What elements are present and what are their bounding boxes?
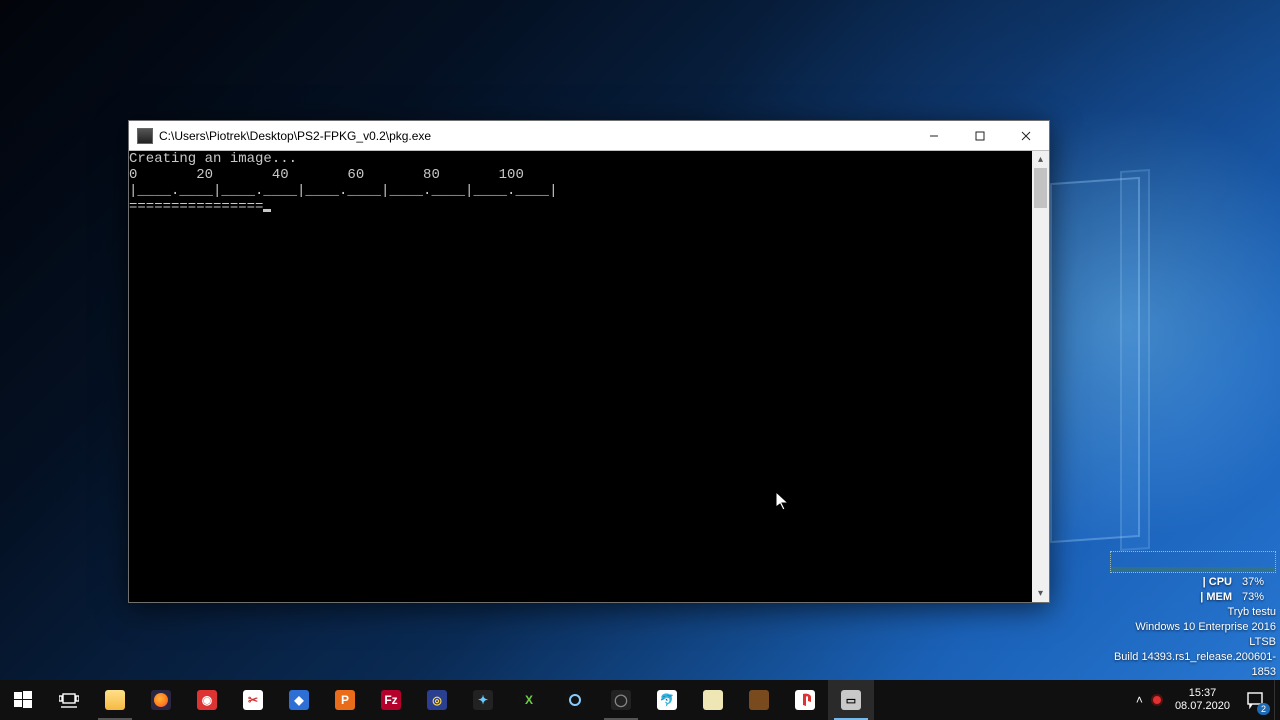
vertical-scrollbar[interactable]: ▴ ▾ [1032,151,1049,602]
filezilla[interactable]: Fz [368,680,414,720]
notepad-icon [703,690,723,710]
show-desktop-button[interactable] [1274,680,1280,720]
tray-overflow-button[interactable]: ˄ [1136,693,1143,707]
firefox[interactable] [138,680,184,720]
app-brown[interactable] [736,680,782,720]
terminal-cursor [263,209,271,212]
system-tray: ˄ 15:37 08.07.2020 2 [1126,680,1274,720]
emulator-icon: ✦ [473,690,493,710]
xbox-icon: X [519,690,539,710]
notification-badge: 2 [1257,703,1270,715]
gamecube-icon [565,690,585,710]
cpu-value: 37% [1242,575,1276,590]
scissors-icon [243,690,263,710]
window-icon [137,128,153,144]
app-red[interactable]: ◉ [184,680,230,720]
notepad[interactable] [690,680,736,720]
obs-icon: ◯ [611,690,631,710]
recording-indicator-icon[interactable] [1151,694,1163,706]
filezilla-icon: Fz [381,690,401,710]
emulator-ps1[interactable]: ✦ [460,680,506,720]
playstation-icon [795,690,815,710]
scroll-up-button[interactable]: ▴ [1032,151,1049,168]
close-button[interactable] [1003,121,1049,150]
start-button[interactable] [0,680,46,720]
scroll-down-button[interactable]: ▾ [1032,585,1049,602]
firefox-icon [151,690,171,710]
app-icon [749,690,769,710]
cpu-label: | CPU [1203,575,1232,590]
window-title: C:\Users\Piotrek\Desktop\PS2-FPKG_v0.2\p… [159,129,911,143]
console-icon: ▭ [841,690,861,710]
taskbar: ◉ ◆ P Fz ◎ ✦ X ◯ 🐬 ▭ ˄ 15:37 08.07.2020 … [0,680,1280,720]
maximize-button[interactable] [957,121,1003,150]
task-view-icon [58,689,80,711]
watermark-line-1: Tryb testu [1110,605,1276,620]
playstation[interactable] [782,680,828,720]
obs[interactable]: ◯ [598,680,644,720]
console-window: C:\Users\Piotrek\Desktop\PS2-FPKG_v0.2\p… [128,120,1050,603]
terminal-output: Creating an image... 0 20 40 60 80 100 |… [129,151,1032,602]
perf-graph [1110,551,1276,573]
app-icon: ◉ [197,690,217,710]
diamond-icon: ◆ [289,690,309,710]
action-center-button[interactable]: 2 [1242,687,1268,713]
clock[interactable]: 15:37 08.07.2020 [1171,687,1234,713]
time-text: 15:37 [1175,687,1230,700]
file-explorer[interactable] [92,680,138,720]
task-view-button[interactable] [46,680,92,720]
app-icon: P [335,690,355,710]
date-text: 08.07.2020 [1175,700,1230,713]
cmd-window[interactable]: ▭ [828,680,874,720]
windows-logo-icon [12,689,34,711]
snipping-tool[interactable] [230,680,276,720]
imgburn[interactable]: ◎ [414,680,460,720]
watermark-line-2: Windows 10 Enterprise 2016 LTSB [1110,620,1276,650]
mem-label: | MEM [1200,590,1232,605]
app-blue-diamond[interactable]: ◆ [276,680,322,720]
titlebar[interactable]: C:\Users\Piotrek\Desktop\PS2-FPKG_v0.2\p… [129,121,1049,151]
disc-icon: ◎ [427,690,447,710]
dolphin-icon: 🐬 [657,690,677,710]
minimize-button[interactable] [911,121,957,150]
mem-value: 73% [1242,590,1276,605]
scroll-thumb[interactable] [1034,168,1047,208]
emulator-xbox[interactable]: X [506,680,552,720]
app-orange[interactable]: P [322,680,368,720]
watermark-line-3: Build 14393.rs1_release.200601-1853 [1110,650,1276,680]
scroll-track[interactable] [1032,168,1049,585]
folder-icon [105,690,125,710]
emulator-gc[interactable] [552,680,598,720]
dolphin[interactable]: 🐬 [644,680,690,720]
system-overlay: | CPU 37% | MEM 73% Tryb testu Windows 1… [1110,551,1280,680]
